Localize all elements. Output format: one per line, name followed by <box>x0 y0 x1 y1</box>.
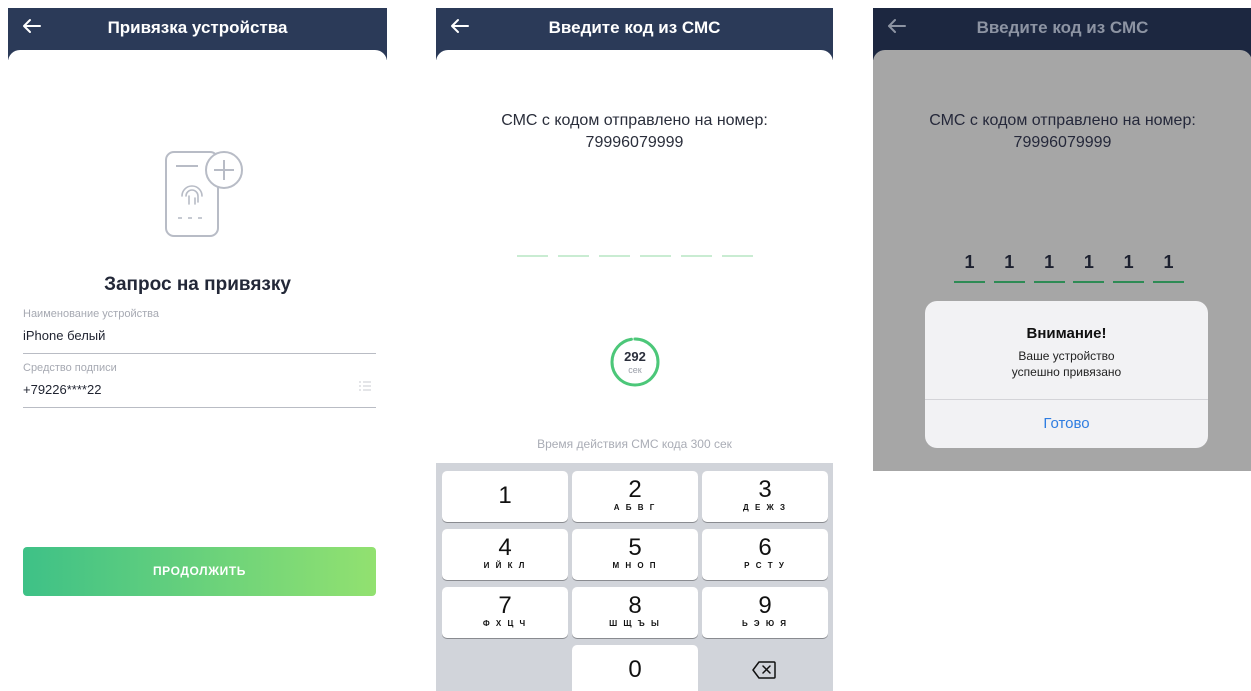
alert-title: Внимание! <box>1026 325 1107 342</box>
key-letters: Ш Щ Ъ Ы <box>609 619 661 628</box>
key-6[interactable]: 6 Р С Т У <box>702 529 828 580</box>
code-digit-cell[interactable]: 1 <box>1033 251 1065 287</box>
code-underline <box>1113 281 1145 283</box>
key-digit: 5 <box>628 534 642 561</box>
request-heading: Запрос на привязку <box>104 274 291 295</box>
key-2[interactable]: 2 А Б В Г <box>572 471 698 522</box>
key-3[interactable]: 3 Д Е Ж З <box>702 471 828 522</box>
device-binding-screen: Привязка устройства Запрос на привязку Н… <box>8 8 387 691</box>
key-letters: М Н О П <box>612 561 658 570</box>
key-letters: Ф Х Ц Ч <box>482 619 528 628</box>
code-slot[interactable] <box>640 255 671 257</box>
alert-message: успешно привязано <box>1011 365 1122 379</box>
key-digit: 3 <box>758 476 772 503</box>
code-underline <box>1033 281 1065 283</box>
code-digit-cell[interactable]: 1 <box>1073 251 1105 287</box>
sms-validity-text: Время действия СМС кода 300 сек <box>537 437 732 451</box>
content-sheet: СМС с кодом отправлено на номер: 7999607… <box>873 50 1251 471</box>
content-sheet: Запрос на привязку Наименование устройст… <box>8 50 387 691</box>
code-digit: 1 <box>964 252 975 272</box>
alert-message: Ваше устройство <box>1018 349 1115 363</box>
sign-method-field[interactable]: Средство подписи +79226****22 <box>23 362 376 408</box>
key-digit: 8 <box>628 592 642 619</box>
backspace-icon <box>752 661 776 679</box>
key-letters: Р С Т У <box>744 561 786 570</box>
key-digit: 2 <box>628 476 642 503</box>
key-letters: Д Е Ж З <box>743 503 787 512</box>
numeric-keypad: 1 2 А Б В Г 3 Д Е Ж З 4 И Й К Л 5 М Н О … <box>436 463 833 691</box>
sms-sent-text: СМС с кодом отправлено на номер: <box>501 112 768 129</box>
done-button[interactable]: Готово <box>925 400 1208 448</box>
key-9[interactable]: 9 Ь Э Ю Я <box>702 587 828 638</box>
code-digit-cell[interactable]: 1 <box>954 251 985 287</box>
code-digit: 1 <box>1123 252 1134 272</box>
code-underline <box>954 281 985 283</box>
key-digit: 9 <box>758 592 772 619</box>
list-icon[interactable] <box>358 380 372 392</box>
device-name-value[interactable]: iPhone белый <box>23 328 105 343</box>
sign-method-value[interactable]: +79226****22 <box>23 382 101 397</box>
sms-code-screen: Введите код из СМС СМС с кодом отправлен… <box>436 8 833 691</box>
binding-success-screen: Введите код из СМС СМС с кодом отправлен… <box>873 8 1251 471</box>
code-underline <box>1073 281 1105 283</box>
code-digit-cell[interactable]: 1 <box>993 251 1025 287</box>
code-digit: 1 <box>1083 252 1094 272</box>
key-5[interactable]: 5 М Н О П <box>572 529 698 580</box>
code-digit-cell[interactable]: 1 <box>1152 251 1184 287</box>
device-name-label: Наименование устройства <box>23 308 159 320</box>
key-digit: 4 <box>498 534 512 561</box>
countdown-timer: 292 сек <box>609 336 661 388</box>
key-letters: И Й К Л <box>483 561 527 570</box>
page-title: Привязка устройства <box>107 18 288 37</box>
key-digit: 7 <box>498 592 512 619</box>
key-digit: 1 <box>498 482 512 509</box>
code-input[interactable]: 1 1 1 1 1 1 <box>954 251 1184 287</box>
code-input[interactable] <box>517 255 753 261</box>
sign-method-label: Средство подписи <box>23 362 117 374</box>
page-title: Введите код из СМС <box>548 18 721 37</box>
key-1[interactable]: 1 <box>442 471 568 522</box>
code-digit: 1 <box>1004 252 1015 272</box>
code-slot[interactable] <box>517 255 548 257</box>
key-8[interactable]: 8 Ш Щ Ъ Ы <box>572 587 698 638</box>
backspace-key[interactable] <box>702 645 828 691</box>
page-title: Введите код из СМС <box>976 18 1149 37</box>
device-name-field[interactable]: Наименование устройства iPhone белый <box>23 308 376 354</box>
key-4[interactable]: 4 И Й К Л <box>442 529 568 580</box>
code-underline <box>1152 281 1184 283</box>
key-letters: Ь Э Ю Я <box>741 619 789 628</box>
key-digit: 0 <box>628 656 642 683</box>
key-digit: 6 <box>758 534 772 561</box>
success-alert-dialog: Внимание! Ваше устройство успешно привяз… <box>925 301 1208 448</box>
phone-number: 79996079999 <box>585 134 684 151</box>
code-digit: 1 <box>1044 252 1055 272</box>
code-slot[interactable] <box>558 255 589 257</box>
key-7[interactable]: 7 Ф Х Ц Ч <box>442 587 568 638</box>
continue-button[interactable]: ПРОДОЛЖИТЬ <box>23 547 376 596</box>
code-slot[interactable] <box>681 255 712 257</box>
sms-sent-text: СМС с кодом отправлено на номер: <box>929 112 1196 129</box>
timer-unit: сек <box>628 365 642 375</box>
key-0[interactable]: 0 <box>572 645 698 691</box>
phone-fingerprint-add-icon <box>165 151 243 237</box>
code-digit-cell[interactable]: 1 <box>1113 251 1145 287</box>
code-slot[interactable] <box>722 255 753 257</box>
timer-value: 292 <box>624 349 646 364</box>
phone-number: 79996079999 <box>1013 134 1112 151</box>
code-underline <box>993 281 1025 283</box>
key-letters: А Б В Г <box>613 503 657 512</box>
code-slot[interactable] <box>599 255 630 257</box>
code-digit: 1 <box>1163 252 1174 272</box>
